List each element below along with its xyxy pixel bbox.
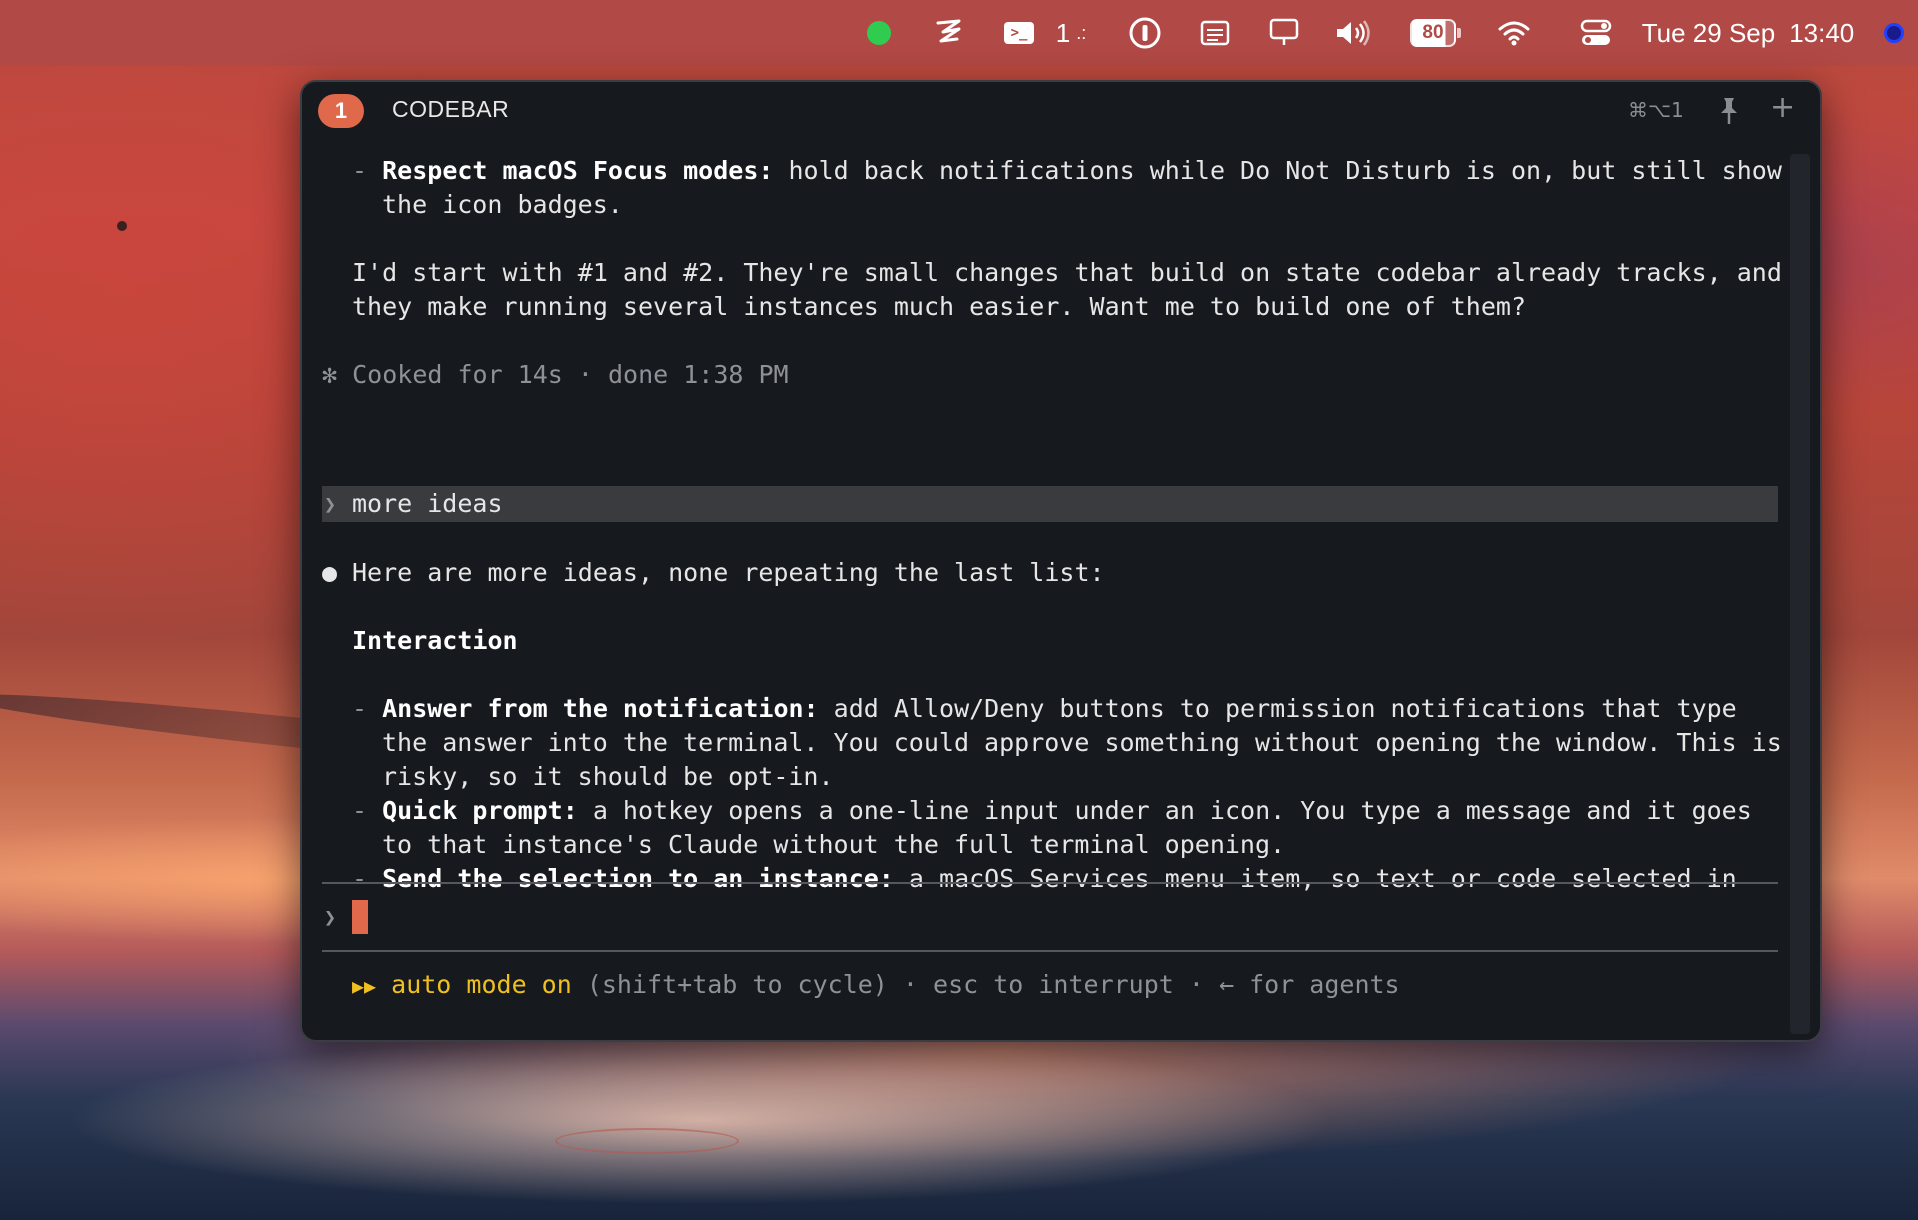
tab-number-badge[interactable]: 1	[318, 94, 364, 128]
bullet-dash: -	[352, 156, 383, 185]
auto-mode-label[interactable]: auto mode on	[391, 970, 572, 999]
status-green-dot[interactable]	[864, 0, 894, 66]
document-svg	[1200, 20, 1230, 46]
list-item-continuation: the answer into the terminal. You could …	[382, 728, 1782, 757]
status-glyph-icon: ✻	[322, 360, 338, 389]
battery-level: 80	[1422, 22, 1444, 43]
section-heading: Interaction	[352, 626, 518, 655]
terminal-count[interactable]: 1 .:	[1050, 0, 1092, 66]
display-svg	[1269, 18, 1299, 45]
volume-svg	[1337, 20, 1370, 46]
password-manager-icon[interactable]	[1126, 0, 1164, 66]
terminal-box-icon: >_	[1004, 22, 1034, 44]
list-item: - Send the selection to an instance: a m…	[352, 864, 1737, 893]
password-manager-svg	[1129, 17, 1161, 49]
wifi-icon[interactable]	[1496, 0, 1532, 66]
input-prompt-chevron-icon: ❯	[324, 905, 337, 929]
list-item-label: Send the selection to an instance:	[382, 864, 894, 893]
paragraph-line-1: I'd start with #1 and #2. They're small …	[352, 258, 1782, 287]
reply-bullet-icon: ●	[322, 558, 338, 587]
mode-hint: (shift+tab to cycle) · esc to interrupt …	[571, 970, 1400, 999]
menu-bar: >_ 1 .: 80 Tue 29 Sep 13:40	[0, 0, 1918, 66]
list-item-continuation: risky, so it should be opt-in.	[382, 762, 834, 791]
terminal-glyph: >_	[1010, 25, 1028, 41]
reply-intro: Here are more ideas, none repeating the …	[352, 558, 1105, 587]
battery-icon[interactable]: 80	[1406, 0, 1461, 66]
battery-indicator: 80	[1410, 19, 1461, 47]
document-icon[interactable]	[1198, 0, 1232, 66]
list-item: - Answer from the notification: add Allo…	[352, 694, 1737, 723]
codebar-terminal-window[interactable]: 1 CODEBAR ⌘⌥1 + - Respect macOS Focus mo…	[300, 80, 1822, 1042]
menu-clock[interactable]: Tue 29 Sep 13:40	[1642, 0, 1855, 66]
control-center-icon[interactable]	[1578, 0, 1614, 66]
mode-footer: ▶▶ auto mode on (shift+tab to cycle) · e…	[352, 968, 1400, 1003]
focus-bullet-line-1: - Respect macOS Focus modes: hold back n…	[352, 154, 1782, 188]
auto-mode-icon: ▶▶	[352, 974, 377, 998]
scrollbar[interactable]	[1790, 154, 1810, 1034]
paragraph-line-2: they make running several instances much…	[352, 292, 1526, 321]
menu-time: 13:40	[1789, 17, 1855, 48]
control-center-svg	[1580, 19, 1612, 45]
menu-date: Tue 29 Sep	[1641, 17, 1776, 48]
text-cursor	[352, 900, 368, 934]
prompt-input[interactable]	[352, 900, 1772, 934]
status-indicator-icon	[867, 21, 891, 45]
window-title: CODEBAR	[392, 96, 510, 122]
wifi-svg	[1498, 21, 1530, 46]
input-top-divider	[322, 882, 1778, 884]
user-prompt-bar	[322, 486, 1778, 522]
new-tab-button[interactable]: +	[1770, 90, 1795, 125]
terminal-count-dots-icon: .:	[1076, 22, 1087, 43]
siri-dot[interactable]	[1882, 0, 1906, 66]
focus-bullet-label: Respect macOS Focus modes:	[382, 156, 774, 185]
volume-icon[interactable]	[1332, 0, 1374, 66]
list-item-label: Quick prompt:	[382, 796, 578, 825]
list-item: - Quick prompt: a hotkey opens a one-lin…	[352, 796, 1752, 825]
siri-icon	[1884, 23, 1904, 43]
list-item-label: Answer from the notification:	[382, 694, 819, 723]
window-titlebar[interactable]: 1 CODEBAR ⌘⌥1 +	[302, 82, 1820, 142]
focus-bullet-text-1: hold back notifications while Do Not Dis…	[773, 156, 1782, 185]
terminal-count-label: 1	[1055, 17, 1071, 48]
terminal-icon[interactable]: >_	[1002, 0, 1036, 66]
claude-logo-icon[interactable]	[930, 0, 968, 66]
display-icon[interactable]	[1266, 0, 1302, 66]
wallpaper-ring	[555, 1128, 739, 1154]
status-line: ✻ Cooked for 14s · done 1:38 PM	[322, 358, 789, 392]
wallpaper-spot	[117, 221, 127, 231]
user-prompt-chevron-icon: ❯	[324, 492, 337, 516]
window-shortcut: ⌘⌥1	[1628, 98, 1684, 122]
input-bottom-divider	[322, 950, 1778, 952]
pin-icon	[1721, 98, 1737, 124]
pin-button[interactable]	[1716, 96, 1742, 126]
status-text: Cooked for 14s · done 1:38 PM	[352, 360, 789, 389]
user-prompt-text: more ideas	[352, 489, 503, 518]
claude-logo-svg	[936, 19, 961, 43]
list-item-continuation: to that instance's Claude without the fu…	[382, 830, 1286, 859]
focus-bullet-line-2: the icon badges.	[382, 190, 623, 219]
